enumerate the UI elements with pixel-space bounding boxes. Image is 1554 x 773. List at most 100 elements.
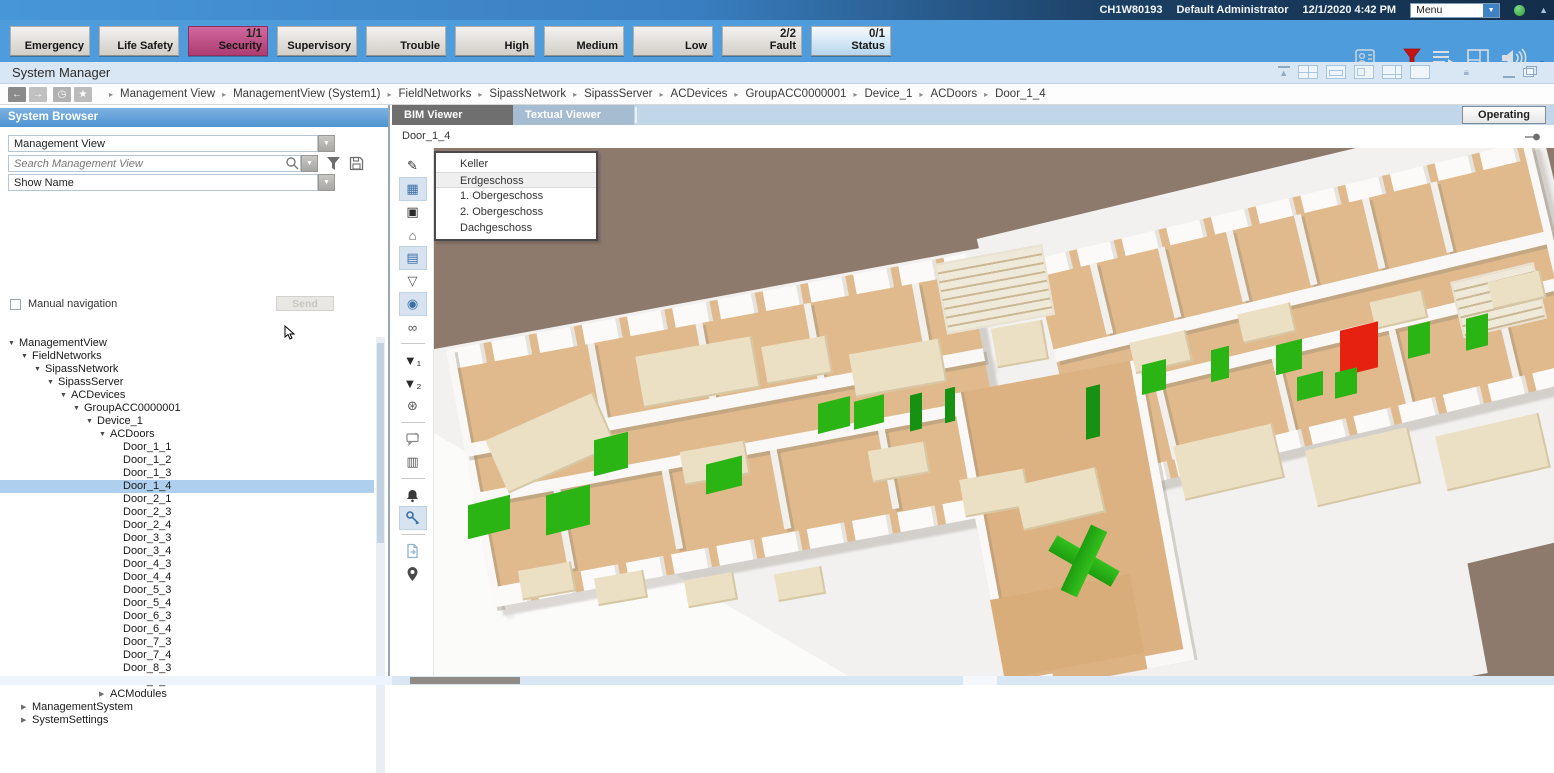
chevron-down-icon[interactable]: ▼ [301, 155, 318, 172]
search-input[interactable] [9, 158, 285, 170]
focus-icon[interactable]: ◉ [400, 293, 426, 315]
chevron-down-icon[interactable]: ▼ [1483, 4, 1499, 17]
horizontal-scrollbar[interactable] [392, 676, 1554, 685]
form-icon[interactable]: ▥ [400, 451, 426, 473]
horizontal-scrollbar-thumb[interactable] [410, 677, 520, 684]
tree-collapsed-icon[interactable]: ▶ [21, 701, 32, 714]
tree-item-door-3-4[interactable]: Door_3_4 [0, 545, 374, 558]
home-icon[interactable]: ⌂ [400, 224, 426, 246]
summary-button-security[interactable]: 1/1Security [188, 26, 268, 56]
bim-3d-canvas[interactable] [434, 148, 1554, 676]
floor-item-dachgeschoss[interactable]: Dachgeschoss [436, 220, 596, 236]
tree-expanded-icon[interactable]: ▼ [73, 402, 84, 415]
tree-item-door-5-4[interactable]: Door_5_4 [0, 597, 374, 610]
operating-mode-button[interactable]: Operating [1462, 106, 1546, 124]
cluster-icon[interactable]: ⊛ [400, 395, 426, 417]
door-marker-open_dark-6[interactable] [910, 393, 922, 432]
tree-collapsed-icon[interactable]: ▶ [21, 714, 32, 727]
tree-item-door-4-4[interactable]: Door_4_4 [0, 571, 374, 584]
breadcrumb-item-fieldnetworks[interactable]: FieldNetworks [399, 88, 472, 100]
tree-item-door-2-4[interactable]: Door_2_4 [0, 519, 374, 532]
tree-item-door-6-3[interactable]: Door_6_3 [0, 610, 374, 623]
tree-item-door-4-3[interactable]: Door_4_3 [0, 558, 374, 571]
tree-item-door-7-3[interactable]: Door_7_3 [0, 636, 374, 649]
summary-button-life-safety[interactable]: Life Safety [99, 26, 179, 56]
chevron-down-icon[interactable]: ▼ [318, 174, 335, 191]
pin-icon[interactable] [1524, 132, 1542, 142]
door-marker-alarm-12[interactable] [1340, 321, 1378, 376]
tree-item-door-1-1[interactable]: Door_1_1 [0, 441, 374, 454]
door-marker-open-13[interactable] [1408, 321, 1430, 358]
screen-view-icon[interactable]: ▣ [400, 201, 426, 223]
comment-icon[interactable] [400, 428, 426, 450]
tree-item-acdevices[interactable]: ▼ACDevices [0, 389, 374, 402]
filter-2-icon[interactable]: ▼₂ [400, 372, 426, 394]
breadcrumb-item-acdevices[interactable]: ACDevices [671, 88, 728, 100]
breadcrumb-item-sipassserver[interactable]: SipassServer [584, 88, 652, 100]
minimize-icon[interactable] [1503, 76, 1515, 78]
tree-item-acdoors[interactable]: ▼ACDoors [0, 428, 374, 441]
tree-item-groupacc0000001[interactable]: ▼GroupACC0000001 [0, 402, 374, 415]
key-icon[interactable] [400, 507, 426, 529]
search-icon[interactable] [285, 156, 300, 171]
pen-icon[interactable]: ✎ [400, 155, 426, 177]
collapse-titlebar-icon[interactable]: ▲ [1539, 5, 1548, 15]
layout-left-icon[interactable] [1354, 65, 1374, 79]
tree-item-door-6-4[interactable]: Door_6_4 [0, 623, 374, 636]
tree-item-door-2-1[interactable]: Door_2_1 [0, 493, 374, 506]
menu-dropdown[interactable]: Menu ▼ [1410, 3, 1500, 18]
door-marker-open-10[interactable] [1211, 346, 1229, 382]
display-mode-selector[interactable]: Show Name [8, 174, 318, 191]
breadcrumb-item-sipassnetwork[interactable]: SipassNetwork [489, 88, 566, 100]
tree-item-managementsystem[interactable]: ▶ManagementSystem [0, 701, 374, 714]
tab-bim-viewer[interactable]: BIM Viewer [392, 105, 513, 125]
tree-item-sipassserver[interactable]: ▼SipassServer [0, 376, 374, 389]
send-button[interactable]: Send [276, 296, 334, 311]
layout-split-icon[interactable] [1382, 65, 1402, 79]
tree-item-door-8-3[interactable]: Door_8_3 [0, 662, 374, 675]
bell-icon[interactable] [400, 484, 426, 506]
forward-button[interactable]: → [29, 87, 47, 102]
lock-icon[interactable]: 🔒︎ [1464, 67, 1469, 78]
floor-item-2-obergeschoss[interactable]: 2. Obergeschoss [436, 204, 596, 220]
location-pin-icon[interactable] [400, 563, 426, 585]
collapse-panel-icon[interactable]: ▲ [1278, 66, 1290, 78]
summary-button-trouble[interactable]: Trouble [366, 26, 446, 56]
summary-button-fault[interactable]: 2/2Fault [722, 26, 802, 56]
breadcrumb-item-management-view[interactable]: Management View [120, 88, 215, 100]
tree-expanded-icon[interactable]: ▼ [99, 428, 110, 441]
view-selector[interactable]: Management View [8, 135, 318, 152]
link-objects-icon[interactable]: ∞ [400, 316, 426, 338]
tab-textual-viewer[interactable]: Textual Viewer [513, 105, 634, 125]
back-button[interactable]: ← [8, 87, 26, 102]
tree-expanded-icon[interactable]: ▼ [34, 363, 45, 376]
tree-item-door-3-3[interactable]: Door_3_3 [0, 532, 374, 545]
view-cone-icon[interactable]: ▽ [400, 270, 426, 292]
tree-item-device-1[interactable]: ▼Device_1 [0, 415, 374, 428]
tree-item-acmodules[interactable]: ▶ACModules [0, 688, 374, 701]
summary-button-high[interactable]: High [455, 26, 535, 56]
breadcrumb-item-groupacc0000001[interactable]: GroupACC0000001 [745, 88, 846, 100]
door-marker-open-16[interactable] [1335, 367, 1357, 398]
manual-navigation-checkbox[interactable] [10, 299, 21, 310]
grid-view-icon[interactable]: ▦ [400, 178, 426, 200]
tree-scrollbar[interactable] [376, 337, 385, 773]
document-view-icon[interactable]: ▤ [400, 247, 426, 269]
door-marker-open_dark-8[interactable] [1086, 384, 1100, 439]
tree-item-systemsettings[interactable]: ▶SystemSettings [0, 714, 374, 727]
tree-expanded-icon[interactable]: ▼ [47, 376, 58, 389]
summary-button-medium[interactable]: Medium [544, 26, 624, 56]
tree-item-door-1-2[interactable]: Door_1_2 [0, 454, 374, 467]
tree-item-door-1-3[interactable]: Door_1_3 [0, 467, 374, 480]
tree-item-door-5-3[interactable]: Door_5_3 [0, 584, 374, 597]
breadcrumb-item-managementview-system1-[interactable]: ManagementView (System1) [233, 88, 380, 100]
summary-button-emergency[interactable]: Emergency [10, 26, 90, 56]
floor-item-keller[interactable]: Keller [436, 156, 596, 172]
chevron-down-icon[interactable]: ▼ [318, 135, 335, 152]
tree-expanded-icon[interactable]: ▼ [86, 415, 97, 428]
layout-bottom-icon[interactable] [1326, 65, 1346, 79]
door-marker-open-9[interactable] [1142, 359, 1166, 395]
tree-scrollbar-thumb[interactable] [377, 343, 384, 543]
breadcrumb-item-device-1[interactable]: Device_1 [864, 88, 912, 100]
filter-icon[interactable] [326, 156, 341, 171]
